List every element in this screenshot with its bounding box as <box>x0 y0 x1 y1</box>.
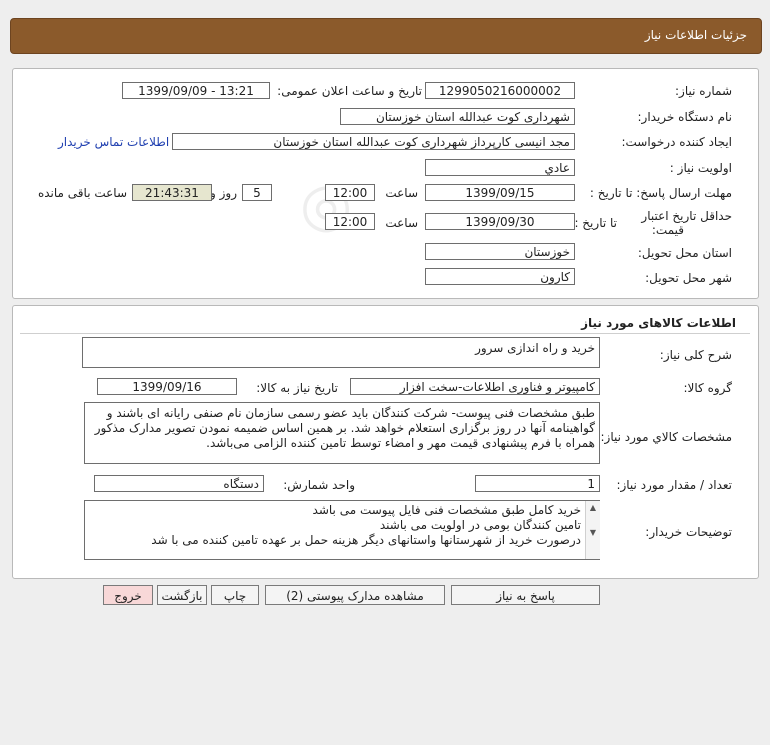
scroll-down-icon[interactable]: ▼ <box>586 528 600 537</box>
page-title: جزئیات اطلاعات نیاز <box>644 28 747 42</box>
notes-label: توضیحات خریدار: <box>645 525 732 539</box>
unit-field: دستگاه <box>94 475 264 492</box>
group-label: گروه کالا: <box>683 381 733 395</box>
reply-button[interactable]: پاسخ به نیاز <box>451 585 600 605</box>
validity-label-line2: قیمت: <box>651 223 684 237</box>
city-label: شهر محل تحویل: <box>645 271 732 285</box>
validity-time-field: 12:00 <box>325 213 375 230</box>
need-number-label: شماره نیاز: <box>675 84 732 98</box>
group-field: کامپیوتر و فناوری اطلاعات-سخت افزار <box>350 378 600 395</box>
back-button[interactable]: بازگشت <box>157 585 207 605</box>
announce-label: تاریخ و ساعت اعلان عمومی: <box>277 84 422 98</box>
remaining-time-field: 21:43:31 <box>132 184 212 201</box>
qty-label: تعداد / مقدار مورد نیاز: <box>616 478 732 492</box>
reply-date-field: 1399/09/15 <box>425 184 575 201</box>
buyer-org-label: نام دستگاه خریدار: <box>637 110 733 124</box>
scroll-up-icon[interactable]: ▲ <box>586 503 600 512</box>
note-line: درصورت خرید از شهرستانها واستانهای دیگر … <box>151 533 581 547</box>
notes-field[interactable]: خرید کامل طبق مشخصات فنی فایل پیوست می ب… <box>84 500 600 560</box>
note-line: خرید کامل طبق مشخصات فنی فایل پیوست می ب… <box>312 503 581 517</box>
buyer-org-field: شهرداری کوت عبدالله استان خوزستان <box>340 108 575 125</box>
specs-label: مشخصات کالاي مورد نیاز: <box>600 430 732 444</box>
validity-date-field: 1399/09/30 <box>425 213 575 230</box>
reply-deadline-label: مهلت ارسال پاسخ: تا تاریخ : <box>589 186 732 200</box>
print-button[interactable]: چاپ <box>211 585 259 605</box>
notes-scrollbar[interactable]: ▲ ▼ <box>585 501 600 559</box>
qty-field: 1 <box>475 475 600 492</box>
summary-field: خرید و راه اندازی سرور <box>82 337 600 368</box>
unit-label: واحد شمارش: <box>283 478 355 492</box>
priority-label: اولویت نیاز : <box>669 161 732 175</box>
reply-time-label: ساعت <box>385 186 418 200</box>
province-label: استان محل تحویل: <box>637 246 732 260</box>
days-label: روز و <box>210 186 237 200</box>
page-header: جزئیات اطلاعات نیاز <box>10 18 762 54</box>
requester-label: ایجاد کننده درخواست: <box>621 135 732 149</box>
need-date-field: 1399/09/16 <box>97 378 237 395</box>
section-divider <box>20 333 750 334</box>
note-line: تامین کنندگان بومی در اولویت می باشند <box>379 518 581 532</box>
specs-field: طبق مشخصات فنی پیوست- شرکت کنندگان باید … <box>84 402 600 464</box>
days-remaining-field: 5 <box>242 184 272 201</box>
province-field: خوزستان <box>425 243 575 260</box>
exit-button[interactable]: خروج <box>103 585 153 605</box>
announce-field: 1399/09/09 - 13:21 <box>122 82 270 99</box>
remaining-time-label: ساعت باقی مانده <box>37 186 127 200</box>
city-field: کارون <box>425 268 575 285</box>
summary-label: شرح کلی نیاز: <box>659 348 732 362</box>
priority-field: عادي <box>425 159 575 176</box>
need-date-label: تاریخ نیاز به کالا: <box>256 381 338 395</box>
need-info-panel <box>12 68 759 299</box>
reply-time-field: 12:00 <box>325 184 375 201</box>
goods-section-title: اطلاعات کالاهای مورد نیاز <box>581 316 736 330</box>
contact-info-link[interactable]: اطلاعات تماس خریدار <box>58 135 169 149</box>
need-number-field: 1299050216000002 <box>425 82 575 99</box>
validity-time-label: ساعت <box>385 216 418 230</box>
requester-field: مجد انیسی کارپرداز شهرداری کوت عبدالله ا… <box>172 133 575 150</box>
validity-label-line1: حداقل تاریخ اعتبار <box>641 209 732 223</box>
validity-until-label: تا تاریخ : <box>574 216 617 230</box>
attachments-button[interactable]: مشاهده مدارک پیوستی (2) <box>265 585 445 605</box>
